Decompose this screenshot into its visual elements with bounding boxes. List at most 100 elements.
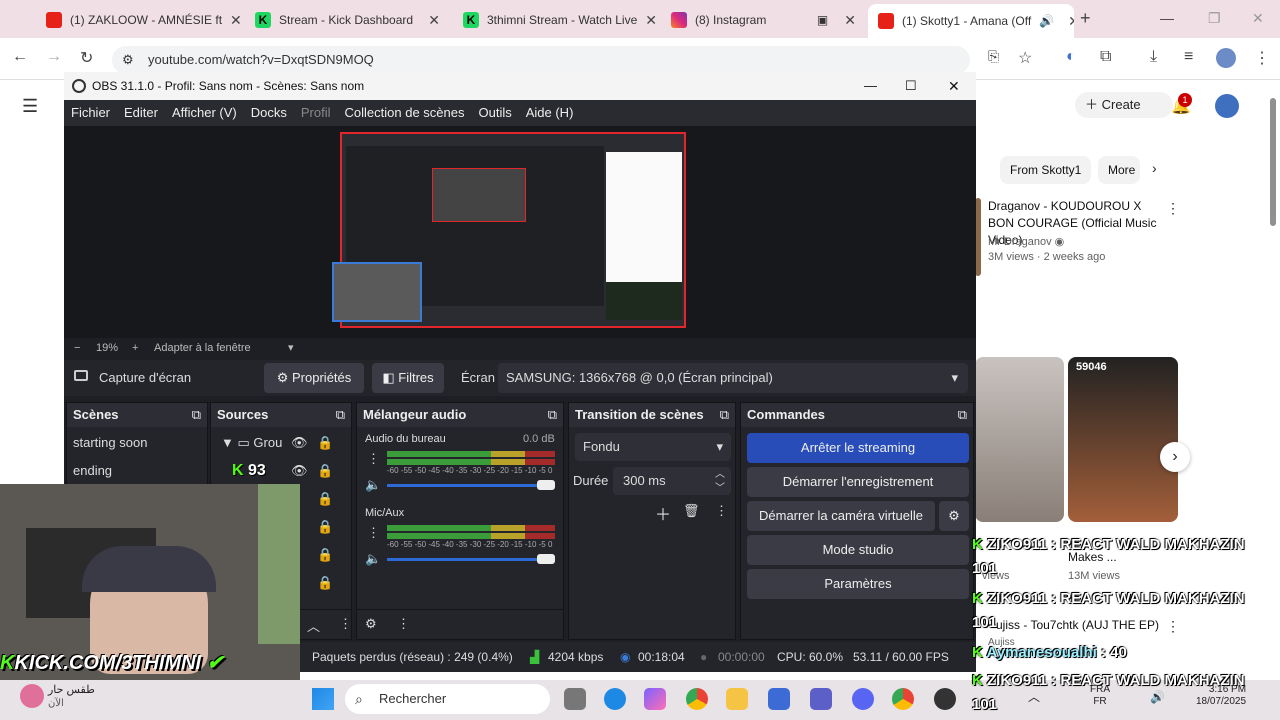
store-icon[interactable]	[768, 688, 790, 710]
trash-icon[interactable]: 🗑	[683, 503, 700, 519]
expand-icon[interactable]: ▼	[221, 435, 234, 450]
more-options-icon[interactable]: ⋮	[339, 616, 352, 632]
undock-icon[interactable]: ⧉	[958, 403, 967, 427]
minimize-icon[interactable]: —	[1160, 10, 1174, 26]
source-item[interactable]: ▼ ▭ Grou	[221, 435, 282, 451]
close-icon[interactable]: ✕	[428, 12, 440, 29]
start-virtual-camera-button[interactable]: Démarrer la caméra virtuelle	[747, 501, 935, 531]
short-thumbnail[interactable]: 59046	[1068, 357, 1178, 522]
media-control-icon[interactable]: ≡	[1184, 48, 1193, 66]
browser-tab[interactable]: (1) ZAKLOOW - AMNÉSIE ft ✕	[36, 6, 242, 34]
volume-slider[interactable]	[387, 558, 547, 561]
lock-icon[interactable]: 🔒	[317, 575, 333, 591]
lock-icon[interactable]: 🔒	[317, 491, 333, 507]
speaker-icon[interactable]: 🔈	[365, 477, 381, 493]
obs-preview[interactable]	[64, 126, 976, 338]
volume-knob[interactable]	[537, 554, 555, 564]
zoom-in-icon[interactable]: +	[132, 338, 138, 358]
close-icon[interactable]: ✕	[1068, 13, 1074, 30]
forward-icon[interactable]: →	[46, 48, 62, 66]
download-icon[interactable]: ⤓	[1150, 48, 1157, 66]
reload-icon[interactable]: ↻	[80, 48, 93, 68]
menu-collection[interactable]: Collection de scènes	[345, 100, 465, 126]
more-options-icon[interactable]: ⋮	[1166, 618, 1180, 635]
audio-icon[interactable]: 🔊	[1039, 14, 1054, 28]
more-options-icon[interactable]: ⋮	[1166, 200, 1180, 217]
file-explorer-icon[interactable]	[726, 688, 748, 710]
address-bar[interactable]: ⚙ youtube.com/watch?v=DxqtSDN9MOQ	[112, 46, 970, 74]
windows-start-icon[interactable]	[312, 688, 334, 710]
next-shorts-button[interactable]: ›	[1160, 442, 1190, 472]
close-icon[interactable]: ✕	[645, 12, 657, 29]
task-view-icon[interactable]	[564, 688, 586, 710]
settings-button[interactable]: Paramètres	[747, 569, 969, 599]
eye-icon[interactable]: 👁	[291, 435, 308, 451]
chrome-icon[interactable]	[686, 688, 708, 710]
chip-from-skotty1[interactable]: From Skotty1	[1000, 156, 1092, 184]
volume-knob[interactable]	[537, 480, 555, 490]
browser-tab[interactable]: K 3thimni Stream - Watch Live ✕	[453, 6, 658, 34]
hamburger-menu-icon[interactable]: ☰	[22, 96, 38, 117]
profile-avatar[interactable]	[1216, 48, 1236, 68]
virtual-camera-settings-button[interactable]: ⚙	[939, 501, 969, 531]
undock-icon[interactable]: ⧉	[336, 403, 345, 427]
discord-icon[interactable]	[852, 688, 874, 710]
speaker-icon[interactable]: 🔈	[365, 551, 381, 567]
menu-outils[interactable]: Outils	[478, 100, 511, 126]
undock-icon[interactable]: ⧉	[548, 403, 557, 427]
lock-icon[interactable]: 🔒	[317, 547, 333, 563]
site-info-icon[interactable]: ⚙	[122, 46, 134, 74]
volume-icon[interactable]: 🔊	[1150, 690, 1165, 704]
properties-button[interactable]: ⚙ Propriétés	[264, 363, 364, 393]
add-icon[interactable]: ＋	[655, 501, 671, 525]
back-icon[interactable]: ←	[12, 48, 28, 66]
chrome-menu-icon[interactable]: ⋮	[1254, 48, 1270, 68]
obs-taskbar-icon[interactable]	[934, 688, 956, 710]
more-options-icon[interactable]: ⋮	[715, 503, 728, 519]
minimize-icon[interactable]: —	[864, 72, 877, 100]
extensions-icon[interactable]: ⧉	[1100, 48, 1111, 66]
scrollbar[interactable]	[1270, 98, 1276, 226]
fit-to-window[interactable]: Adapter à la fenêtre	[154, 338, 251, 358]
avatar[interactable]	[1215, 94, 1239, 118]
browser-tab[interactable]: K Stream - Kick Dashboard ✕	[245, 6, 450, 34]
extension-icon[interactable]: ◐	[1066, 48, 1076, 66]
browser-tab[interactable]: (8) Instagram ▣ ✕	[661, 6, 866, 34]
menu-afficher[interactable]: Afficher (V)	[172, 100, 237, 126]
lock-icon[interactable]: 🔒	[317, 463, 333, 479]
copilot-icon[interactable]	[644, 688, 666, 710]
menu-fichier[interactable]: Fichier	[71, 100, 110, 126]
chrome-icon[interactable]	[892, 688, 914, 710]
create-button[interactable]: ＋ Create	[1075, 92, 1173, 118]
stop-streaming-button[interactable]: Arrêter le streaming	[747, 433, 969, 463]
eye-icon[interactable]: 👁	[291, 463, 308, 479]
close-window-icon[interactable]: ✕	[1252, 10, 1264, 27]
chevron-up-icon[interactable]: ︿	[307, 616, 320, 635]
weather-text[interactable]: طقس حار	[48, 683, 95, 696]
menu-docks[interactable]: Docks	[251, 100, 287, 126]
channel-name[interactable]: Mr Draganov ◉	[988, 235, 1064, 248]
undock-icon[interactable]: ⧉	[720, 403, 729, 427]
chevron-up-icon[interactable]: ︿	[1028, 688, 1040, 705]
preview-canvas[interactable]	[332, 132, 686, 328]
lock-icon[interactable]: 🔒	[317, 519, 333, 535]
menu-editer[interactable]: Editer	[124, 100, 158, 126]
video-title[interactable]: ujiss - Tou7chtk (AUJ THE EP)	[996, 618, 1159, 632]
volume-slider[interactable]	[387, 484, 547, 487]
duration-input[interactable]: 300 ms ︿ ﹀	[613, 467, 731, 495]
close-window-icon[interactable]: ✕	[948, 72, 960, 100]
short-thumbnail[interactable]	[975, 357, 1064, 522]
undock-icon[interactable]: ⧉	[192, 403, 201, 427]
studio-mode-button[interactable]: Mode studio	[747, 535, 969, 565]
transition-select[interactable]: Fondu ▾	[575, 433, 731, 461]
chip-more[interactable]: More	[1098, 156, 1140, 184]
start-recording-button[interactable]: Démarrer l'enregistrement	[747, 467, 969, 497]
edge-icon[interactable]	[604, 688, 626, 710]
menu-profil[interactable]: Profil	[301, 100, 331, 126]
clock[interactable]: 3:16 PM 18/07/2025	[1196, 684, 1246, 708]
more-options-icon[interactable]: ⋮	[397, 616, 410, 632]
weather-icon[interactable]	[20, 684, 44, 708]
browser-tab-active[interactable]: (1) Skotty1 - Amana (Off 🔊 ✕	[868, 4, 1074, 38]
screen-select[interactable]: SAMSUNG: 1366x768 @ 0,0 (Écran principal…	[498, 363, 968, 393]
teams-icon[interactable]	[810, 688, 832, 710]
